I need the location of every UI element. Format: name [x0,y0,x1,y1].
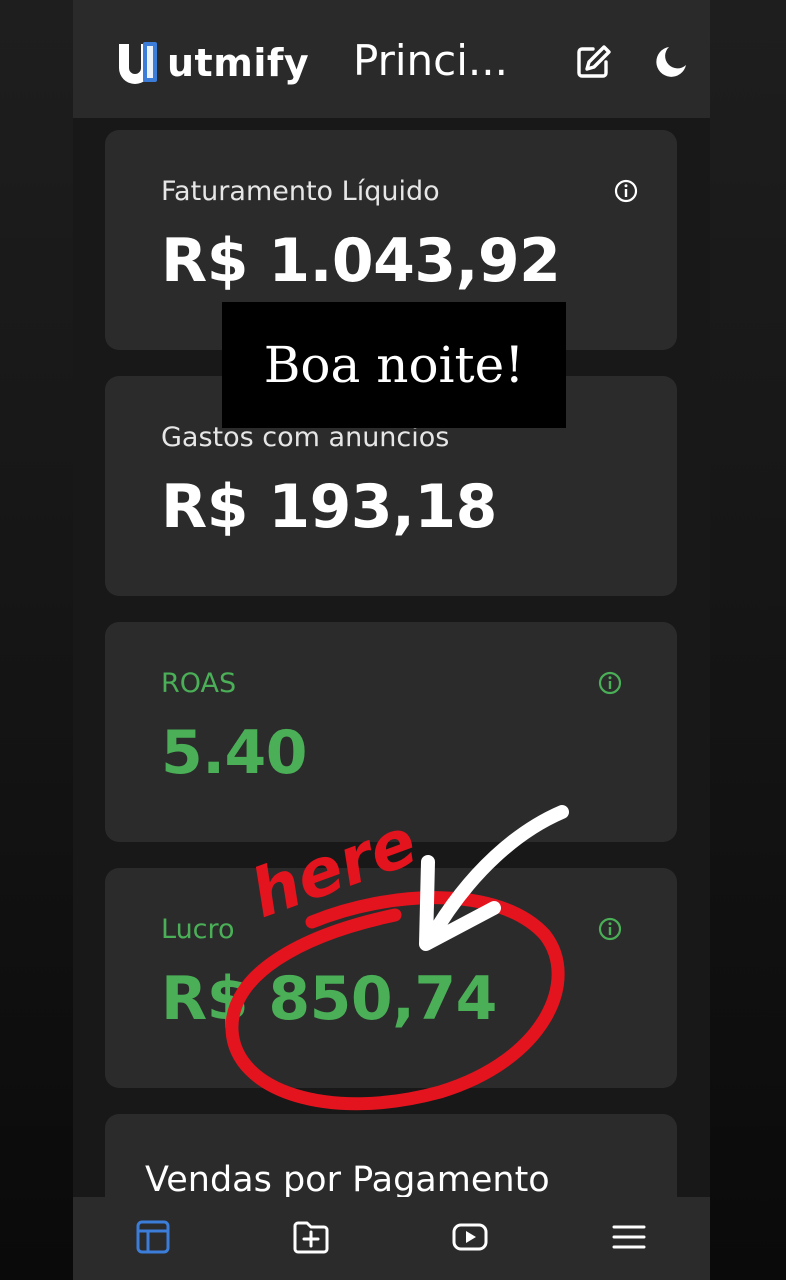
edit-icon[interactable] [573,42,613,82]
folder-add-icon[interactable] [291,1217,331,1257]
top-app-bar: utmify Princi... [73,0,710,118]
card-label: Faturamento Líquido [161,176,440,207]
page-title[interactable]: Princi... [353,36,508,85]
card-label: Lucro [161,914,235,945]
info-icon[interactable] [613,178,639,204]
card-value: 5.40 [161,718,308,788]
caption-text: Boa noite! [263,336,525,394]
moon-icon[interactable] [651,42,691,82]
menu-icon[interactable] [609,1217,649,1257]
dashboard-icon[interactable] [133,1217,173,1257]
card-value: R$ 193,18 [161,472,497,542]
card-value: R$ 1.043,92 [161,226,561,296]
bottom-navigation [73,1197,710,1280]
app-logo[interactable]: utmify [117,38,309,88]
story-caption: Boa noite! [222,302,566,428]
logo-text: utmify [167,41,310,85]
phone-screen: utmify Princi... Faturamento Líquido R$ … [73,0,710,1280]
utmify-logo-icon [119,42,157,84]
info-icon[interactable] [597,670,623,696]
card-value: R$ 850,74 [161,964,497,1034]
section-title: Vendas por Pagamento [145,1160,550,1200]
info-icon[interactable] [597,916,623,942]
card-label: ROAS [161,668,237,699]
card-profit: Lucro R$ 850,74 [105,868,677,1088]
video-icon[interactable] [450,1217,490,1257]
card-roas: ROAS 5.40 [105,622,677,842]
